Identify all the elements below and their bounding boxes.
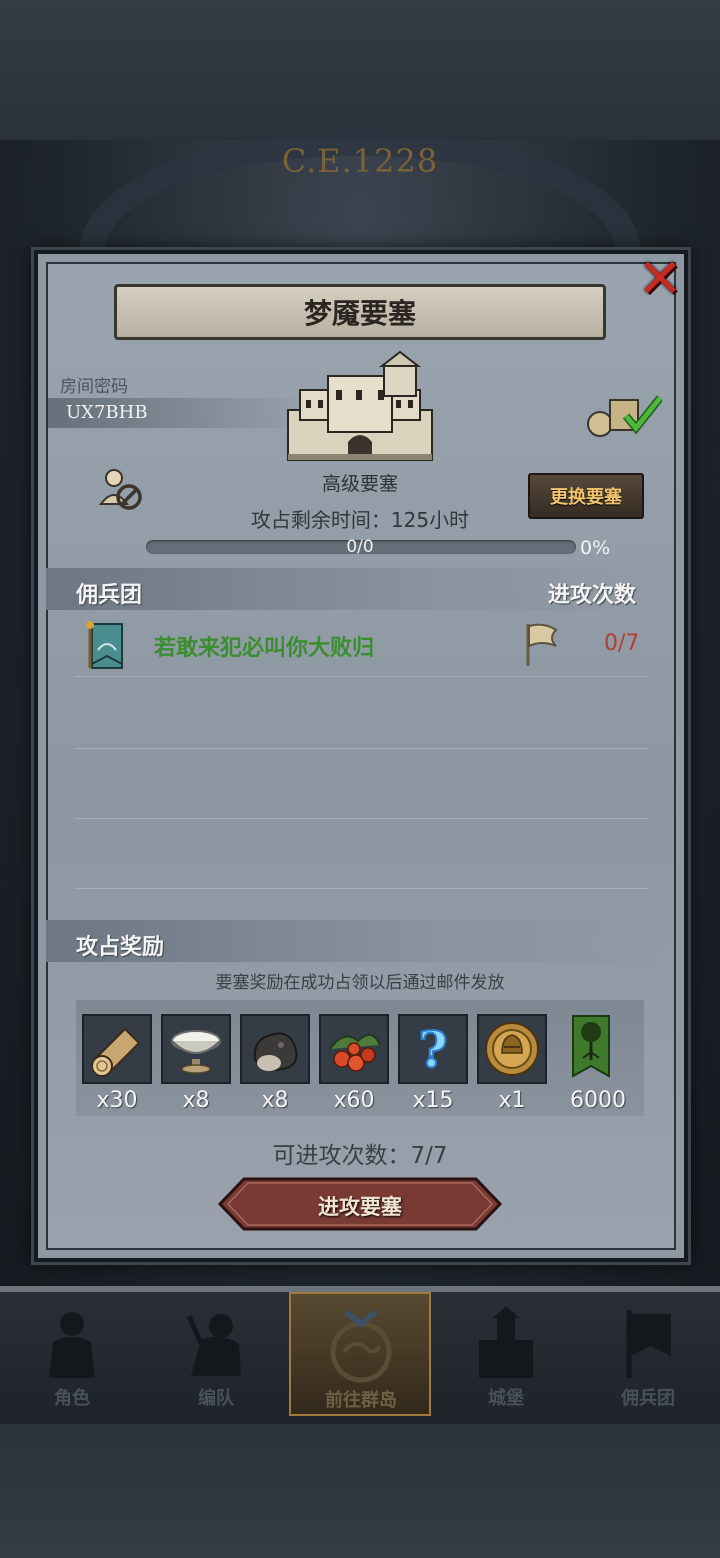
attack-count-label: 可进攻次数： <box>272 1143 411 1169</box>
reward-qty: x60 <box>333 1088 375 1113</box>
close-icon: ✕ <box>637 247 683 310</box>
empty-row-divider <box>74 888 648 889</box>
room-password-label: 房间密码 <box>60 377 128 397</box>
mercenary-header-label: 佣兵团 <box>76 583 143 608</box>
knight-medal-icon <box>485 1022 539 1076</box>
mercenary-icon <box>626 1310 671 1378</box>
nav-label: 城堡 <box>488 1388 524 1409</box>
island-map-icon <box>330 1309 392 1383</box>
nav-item-castle[interactable]: 城堡 <box>436 1292 576 1416</box>
dialog-title: 梦魇要塞 <box>114 284 606 340</box>
room-code[interactable]: UX7BHB <box>66 402 148 423</box>
reward-slot-bowl[interactable] <box>161 1014 231 1084</box>
ore-stone-icon <box>253 1032 298 1071</box>
empty-row-divider <box>74 818 648 819</box>
reward-note: 要塞奖励在成功占领以后通过邮件发放 <box>215 973 505 993</box>
reward-qty: x1 <box>498 1088 526 1113</box>
change-fortress-button[interactable]: 更换要塞 <box>528 473 644 519</box>
attack-count: 可进攻次数：7/7 <box>0 1136 720 1170</box>
formation-icon <box>186 1314 241 1376</box>
top-backdrop <box>0 0 720 140</box>
bottom-backdrop <box>0 1418 720 1558</box>
svg-text:?: ? <box>418 1020 447 1079</box>
attack-count-value: 7/7 <box>410 1143 448 1169</box>
nav-item-formation[interactable]: 编队 <box>146 1292 286 1416</box>
fortress-castle-icon <box>287 350 433 461</box>
castle-icon <box>479 1306 533 1378</box>
reward-qty: x30 <box>96 1088 138 1113</box>
attack-fortress-label: 进攻要塞 <box>318 1195 402 1219</box>
reward-slot-medal[interactable] <box>477 1014 547 1084</box>
reward-qty: 6000 <box>570 1088 626 1113</box>
tree-banner-icon <box>572 1015 610 1078</box>
reward-qty: x15 <box>412 1088 454 1113</box>
attacks-header-label: 进攻次数 <box>548 583 637 608</box>
mercenary-name: 若敢来犯必叫你大败归 <box>154 636 375 661</box>
mercenary-banner-icon <box>86 621 123 669</box>
berries-icon <box>329 1034 381 1072</box>
nav-item-character[interactable]: 角色 <box>2 1292 142 1416</box>
wood-log-icon <box>91 1027 141 1077</box>
era-label: C.E.1228 <box>281 142 439 180</box>
close-button[interactable]: ✕ <box>630 250 690 308</box>
attack-flag-icon <box>526 623 558 666</box>
reward-qty: x8 <box>182 1088 210 1113</box>
nav-item-islands[interactable]: 前往群岛 <box>289 1292 431 1416</box>
reward-slot-banner[interactable] <box>556 1014 626 1084</box>
empty-row-divider <box>74 748 648 749</box>
reward-slot-ore[interactable] <box>240 1014 310 1084</box>
reward-slot-berries[interactable] <box>319 1014 389 1084</box>
reward-slot-wood[interactable] <box>82 1014 152 1084</box>
reward-claimed-icon[interactable] <box>586 392 662 438</box>
character-icon <box>49 1312 95 1378</box>
rewards-header-label: 攻占奖励 <box>76 935 165 960</box>
mercenary-attack-count: 0/7 <box>604 631 640 656</box>
time-remaining-value: 125小时 <box>390 508 470 532</box>
no-ally-icon[interactable] <box>98 466 144 512</box>
capture-progress-percent: 0% <box>580 537 611 559</box>
nav-label: 角色 <box>54 1388 90 1409</box>
nav-label: 编队 <box>198 1388 234 1409</box>
silver-bowl-icon <box>171 1030 221 1074</box>
reward-qty: x8 <box>261 1088 289 1113</box>
capture-progress-text: 0/0 <box>346 537 374 557</box>
reward-slot-mystery[interactable]: ? <box>398 1014 468 1084</box>
nav-label: 前往群岛 <box>325 1390 397 1411</box>
mystery-question-icon: ? <box>417 1019 448 1079</box>
nav-label: 佣兵团 <box>621 1388 675 1409</box>
nav-item-mercenary[interactable]: 佣兵团 <box>578 1292 718 1416</box>
time-remaining-label: 攻占剩余时间： <box>250 508 391 532</box>
